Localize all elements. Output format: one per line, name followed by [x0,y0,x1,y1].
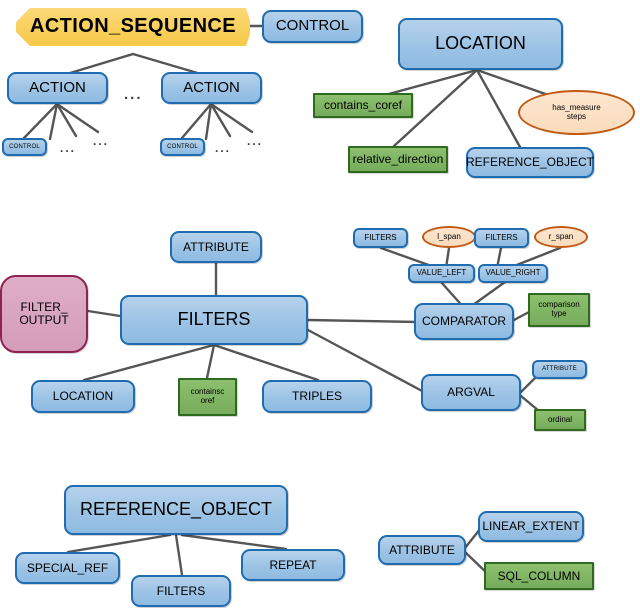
ellipsis-action-right-a: ... [215,141,232,155]
node-linear-extent-label: LINEAR_EXTENT [482,519,580,534]
node-l-span-label: l_span [437,231,461,241]
node-r-span[interactable]: r_span [534,226,588,248]
node-location-root[interactable]: LOCATION [398,18,563,70]
node-attribute-filters[interactable]: ATTRIBUTE [170,231,262,263]
node-reference-object-location-label: REFERENCE_OBJECT [465,155,595,170]
node-filter-output[interactable]: FILTER_ OUTPUT [0,275,88,353]
node-relative-direction[interactable]: relative_direction [348,146,448,173]
node-location-filters[interactable]: LOCATION [31,380,135,413]
node-action-left-label: ACTION [29,78,86,96]
node-control-right-leaf-label: CONTROL [167,143,198,150]
edge-filters-comparator [306,318,420,324]
node-repeat-label: REPEAT [269,557,317,572]
node-contains-coref-location[interactable]: contains_coref [313,93,413,118]
ellipsis-action-left-b: ... [93,134,110,148]
edge-action-right-control [180,102,213,140]
node-control-top[interactable]: CONTROL [262,10,363,43]
node-attribute-root[interactable]: ATTRIBUTE [378,535,466,565]
node-attribute-argval-label: ATTRIBUTE [542,366,577,373]
node-attribute-filters-label: ATTRIBUTE [183,239,249,254]
edge-filters-containscoref [205,343,216,380]
edge-refobject-repeat [180,533,288,551]
edge-filters-filteroutput [86,309,122,318]
node-value-left[interactable]: VALUE_LEFT [408,264,475,283]
node-action-right-label: ACTION [183,78,240,96]
edge-comparator-comparisontype [512,310,531,322]
node-ordinal-label: ordinal [547,414,572,424]
node-sql-column[interactable]: SQL_COLUMN [484,562,594,590]
node-value-right[interactable]: VALUE_RIGHT [478,264,548,283]
node-action-sequence-label: ACTION_SEQUENCE [29,15,237,38]
node-comparator-label: COMPARATOR [421,314,506,329]
node-has-measure-steps-label: has_measure steps [552,102,601,121]
node-control-right-leaf[interactable]: CONTROL [160,138,205,156]
edge-action-left-b [48,102,59,141]
node-comparison-type-label: comparison type [538,300,580,318]
node-filters-right-small-label: FILTERS [485,232,518,242]
node-has-measure-steps[interactable]: has_measure steps [518,90,635,135]
node-action-sequence[interactable]: ACTION_SEQUENCE [16,8,250,46]
edge-action-left-control [22,102,59,140]
node-value-left-label: VALUE_LEFT [416,268,467,278]
node-repeat[interactable]: REPEAT [241,549,345,581]
node-argval[interactable]: ARGVAL [421,374,521,411]
node-location-root-label: LOCATION [435,33,526,54]
node-special-ref[interactable]: SPECIAL_REF [15,552,120,584]
node-filters-root[interactable]: FILTERS [120,295,308,345]
node-attribute-argval[interactable]: ATTRIBUTE [532,360,587,379]
edge-action-right-b [204,102,213,141]
node-special-ref-label: SPECIAL_REF [26,560,109,575]
node-l-span[interactable]: l_span [422,226,476,248]
node-contains-coref-location-label: contains_coref [323,98,403,113]
node-relative-direction-label: relative_direction [352,152,444,167]
node-comparison-type[interactable]: comparison type [528,293,590,327]
node-filters-refobject[interactable]: FILTERS [131,575,231,607]
edge-location-hasmeasure [475,68,556,99]
node-filters-left-small-label: FILTERS [364,232,397,242]
node-reference-object-root-label: REFERENCE_OBJECT [79,499,273,520]
node-ordinal[interactable]: ordinal [534,409,586,431]
edge-filters-triples [212,343,320,382]
ellipsis-between-actions: ... [124,86,143,103]
node-triples[interactable]: TRIPLES [262,380,372,413]
node-filters-left-small[interactable]: FILTERS [353,228,408,248]
edge-action-right-c [209,102,232,138]
node-filters-refobject-label: FILTERS [156,583,206,598]
node-control-top-label: CONTROL [275,17,350,35]
node-contains-coref-filters[interactable]: containsc oref [178,378,237,416]
node-comparator[interactable]: COMPARATOR [414,303,514,340]
node-r-span-label: r_span [548,231,574,241]
edge-action-right-d [209,102,254,134]
edge-filters-location [82,343,216,382]
node-value-right-label: VALUE_RIGHT [485,268,541,278]
node-sql-column-label: SQL_COLUMN [497,568,581,583]
edge-action-left-d [55,102,100,134]
node-control-left-leaf-label: CONTROL [9,143,40,150]
node-reference-object-location[interactable]: REFERENCE_OBJECT [466,147,594,178]
edge-location-referenceobject [475,68,522,149]
node-contains-coref-filters-label: containsc oref [190,387,225,405]
ellipsis-action-left-a: ... [60,141,77,155]
node-location-filters-label: LOCATION [52,389,114,404]
edge-action-left-c [55,102,78,138]
edge-refobject-specialref [66,533,172,554]
ellipsis-action-right-b: ... [247,134,264,148]
node-attribute-root-label: ATTRIBUTE [389,542,455,557]
diagram-canvas: ACTION_SEQUENCE CONTROL ACTION ACTION ..… [0,0,640,615]
node-filters-right-small[interactable]: FILTERS [474,228,529,248]
node-action-left[interactable]: ACTION [7,72,108,104]
node-triples-label: TRIPLES [291,389,342,404]
node-action-right[interactable]: ACTION [161,72,262,104]
node-reference-object-root[interactable]: REFERENCE_OBJECT [64,485,288,535]
edge-refobject-filters [174,533,184,577]
node-argval-label: ARGVAL [447,385,495,400]
node-filter-output-label: FILTER_ OUTPUT [19,300,69,327]
node-filters-root-label: FILTERS [177,309,251,330]
node-linear-extent[interactable]: LINEAR_EXTENT [478,511,584,542]
node-control-left-leaf[interactable]: CONTROL [2,138,47,156]
